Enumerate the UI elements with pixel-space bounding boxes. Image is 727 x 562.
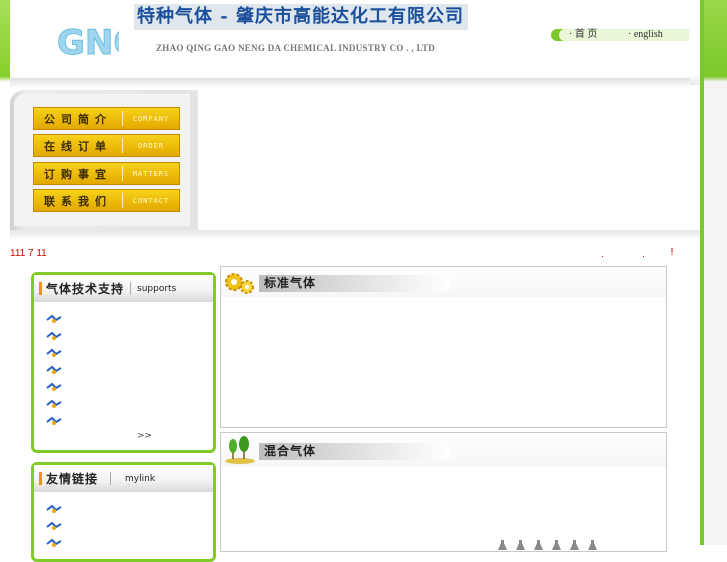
bullet-icon xyxy=(46,365,62,374)
tree-icon xyxy=(225,436,255,464)
menu-matters-label: 订购事宜 xyxy=(44,167,112,181)
company-name-cn: 特种气体 - 肇庆市高能达化工有限公司 xyxy=(134,4,468,30)
support-list-item[interactable] xyxy=(34,310,213,327)
banner-divider xyxy=(10,230,700,240)
menu-company-en: COMPANY xyxy=(132,114,170,123)
flask-icon[interactable] xyxy=(498,535,507,550)
support-list xyxy=(34,310,213,429)
right-green-band xyxy=(700,0,727,545)
flask-icon[interactable] xyxy=(588,535,597,550)
mylink-list-item[interactable] xyxy=(34,500,213,517)
exclamation-icon xyxy=(39,472,42,485)
menu-order-label: 在线订单 xyxy=(44,139,112,153)
support-list-item[interactable] xyxy=(34,361,213,378)
bullet-icon xyxy=(46,538,62,547)
nav-home-link[interactable]: · 首 页 xyxy=(569,29,597,41)
bullet-icon xyxy=(46,521,62,530)
banner-area xyxy=(198,90,698,230)
header-shadow xyxy=(10,78,690,88)
menu-order-en: ORDER xyxy=(137,141,165,150)
scroll-dot: . xyxy=(642,250,645,260)
scroll-notice[interactable]: 111 7 11 xyxy=(10,248,47,259)
header-divider xyxy=(110,472,112,485)
bullet-icon xyxy=(46,314,62,323)
flask-icon[interactable] xyxy=(534,535,543,550)
mylink-box-header: 友情链接 mylink xyxy=(34,465,213,492)
company-logo[interactable]: GNO xyxy=(48,12,126,68)
support-list-item[interactable] xyxy=(34,327,213,344)
menu-contact-en: CONTACT xyxy=(132,196,170,205)
mixed-gas-panel: 混合气体 xyxy=(220,432,667,552)
standard-gas-panel: 标准气体 xyxy=(220,266,667,428)
scroll-exclamation: ! xyxy=(670,247,675,258)
support-list-item[interactable] xyxy=(34,378,213,395)
standard-gas-title: 标准气体 xyxy=(259,275,449,292)
mixed-gas-title: 混合气体 xyxy=(259,443,449,460)
support-box-title: 气体技术支持 xyxy=(46,282,125,296)
flask-icon[interactable] xyxy=(516,535,525,550)
menu-matters-en: MATTERS xyxy=(132,169,170,178)
menu-company-button[interactable]: 公司简介 COMPANY xyxy=(33,107,180,130)
mylink-box: 友情链接 mylink xyxy=(31,462,216,562)
logo-mark: GNO xyxy=(57,23,120,61)
mylink-list-item[interactable] xyxy=(34,517,213,534)
product-icon-row xyxy=(498,535,597,550)
menu-company-label: 公司简介 xyxy=(44,112,112,126)
gear-icon xyxy=(225,273,254,294)
nav-english-link[interactable]: · english xyxy=(628,29,663,41)
flask-icon[interactable] xyxy=(570,535,579,550)
company-name-en: ZHAO QING GAO NENG DA CHEMICAL INDUSTRY … xyxy=(156,43,436,53)
top-nav: · 首 页 · english xyxy=(551,29,689,41)
support-list-item[interactable] xyxy=(34,344,213,361)
mylink-box-title: 友情链接 xyxy=(46,472,99,486)
flask-icon[interactable] xyxy=(552,535,561,550)
header-divider xyxy=(130,282,132,295)
bullet-icon xyxy=(46,348,62,357)
support-box-subtitle: supports xyxy=(137,283,177,294)
exclamation-icon xyxy=(39,282,42,295)
mylink-list-item[interactable] xyxy=(34,534,213,551)
bullet-icon xyxy=(46,504,62,513)
support-box: 气体技术支持 supports >> xyxy=(31,272,216,453)
support-list-item[interactable] xyxy=(34,412,213,429)
support-list-item[interactable] xyxy=(34,395,213,412)
menu-matters-button[interactable]: 订购事宜 MATTERS xyxy=(33,162,180,185)
scroll-dot: . xyxy=(601,250,604,260)
standard-gas-header: 标准气体 xyxy=(221,267,666,297)
menu-order-button[interactable]: 在线订单 ORDER xyxy=(33,134,180,157)
left-green-band xyxy=(0,0,10,545)
bullet-icon xyxy=(46,382,62,391)
bullet-icon xyxy=(46,416,62,425)
menu-contact-button[interactable]: 联系我们 CONTACT xyxy=(33,189,180,212)
logo-text: GNO xyxy=(57,23,119,60)
support-box-header: 气体技术支持 supports xyxy=(34,275,213,302)
mylink-list xyxy=(34,500,213,551)
bullet-icon xyxy=(46,331,62,340)
mixed-gas-header: 混合气体 xyxy=(221,433,666,467)
menu-contact-label: 联系我们 xyxy=(44,194,112,208)
bullet-icon xyxy=(46,399,62,408)
support-more-link[interactable]: >> xyxy=(137,431,152,441)
mylink-box-subtitle: mylink xyxy=(125,473,156,484)
